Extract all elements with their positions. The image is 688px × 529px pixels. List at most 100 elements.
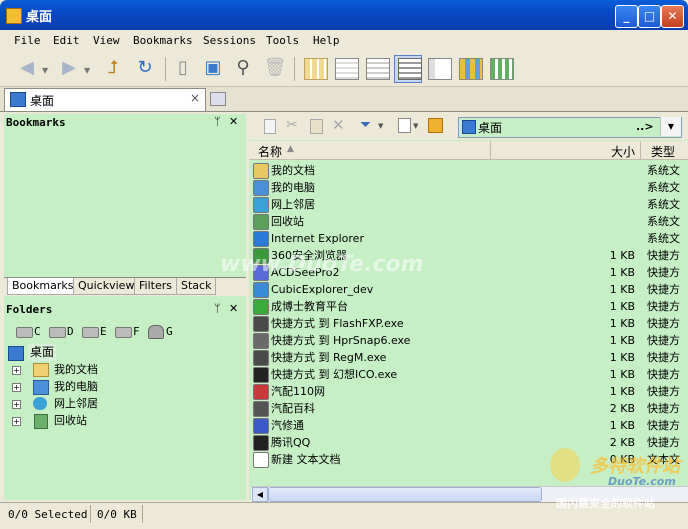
back-icon[interactable]: ◀ <box>14 55 40 81</box>
drive-e-label[interactable]: E <box>100 325 107 338</box>
table-row[interactable]: 快捷方式 到 FlashFXP.exe 1 KB 快捷方 <box>251 315 688 332</box>
close-button[interactable]: ✕ <box>661 5 684 28</box>
drive-d-icon[interactable] <box>49 327 66 338</box>
table-row[interactable]: 我的电脑 系统文 <box>251 179 688 196</box>
column-size[interactable]: 大小 <box>611 143 635 160</box>
scroll-thumb[interactable] <box>268 487 542 502</box>
file-name: 汽配百科 <box>271 402 315 415</box>
expand-icon[interactable]: + <box>12 417 21 426</box>
forward-icon[interactable]: ▶ <box>56 55 82 81</box>
view-details-icon[interactable] <box>398 58 422 80</box>
desktop-icon <box>8 346 24 361</box>
table-row[interactable]: 汽修通 1 KB 快捷方 <box>251 417 688 434</box>
tree-item-computer[interactable]: 我的电脑 <box>54 378 98 395</box>
column-name[interactable]: 名称 <box>258 143 282 160</box>
trash-icon[interactable]: 🗑 <box>262 55 288 81</box>
table-row[interactable]: 腾讯QQ 2 KB 快捷方 <box>251 434 688 451</box>
table-row[interactable]: Internet Explorer 系统文 <box>251 230 688 247</box>
new-tab-icon[interactable] <box>210 92 226 106</box>
table-row[interactable]: CubicExplorer_dev 1 KB 快捷方 <box>251 281 688 298</box>
copy-icon[interactable] <box>264 119 276 134</box>
expand-icon[interactable]: + <box>12 366 21 375</box>
table-row[interactable]: 快捷方式 到 RegM.exe 1 KB 快捷方 <box>251 349 688 366</box>
drive-g-label[interactable]: G <box>166 325 173 338</box>
shortcut-icon <box>253 350 269 366</box>
file-name: 我的文档 <box>271 164 315 177</box>
tab-quickview[interactable]: Quickview <box>73 278 140 295</box>
drive-c-label[interactable]: C <box>34 325 41 338</box>
table-row[interactable]: 汽配百科 2 KB 快捷方 <box>251 400 688 417</box>
chevron-down-icon[interactable]: ▼ <box>84 66 90 75</box>
drive-f-label[interactable]: F <box>133 325 140 338</box>
close-icon[interactable]: ✕ <box>229 302 238 315</box>
tree-item-documents[interactable]: 我的文档 <box>54 361 98 378</box>
address-input[interactable]: 桌面 <box>478 119 502 136</box>
drive-d-label[interactable]: D <box>67 325 74 338</box>
pin-icon[interactable]: ᛘ <box>214 302 221 315</box>
maximize-button[interactable]: □ <box>638 5 661 28</box>
menu-view[interactable]: View <box>93 34 120 47</box>
tab-bookmarks[interactable]: Bookmarks <box>7 278 79 295</box>
tab-filters[interactable]: Filters <box>134 278 177 295</box>
drive-f-icon[interactable] <box>115 327 132 338</box>
view-icons-icon[interactable] <box>459 58 483 80</box>
chevron-down-icon[interactable]: ▼ <box>378 122 383 130</box>
tree-root-desktop[interactable]: 桌面 <box>28 344 57 361</box>
file-size: 1 KB <box>609 300 635 313</box>
wiki-icon <box>253 401 269 417</box>
file-size: 1 KB <box>609 249 635 262</box>
view-preview-icon[interactable] <box>428 58 452 80</box>
tab-stack[interactable]: Stack <box>176 278 217 295</box>
expand-icon[interactable]: + <box>12 400 21 409</box>
expand-icon[interactable]: + <box>12 383 21 392</box>
minimize-button[interactable]: _ <box>615 5 638 28</box>
close-icon[interactable]: ✕ <box>229 115 238 128</box>
tree-item-recycle-bin[interactable]: 回收站 <box>54 412 87 429</box>
scroll-left-icon[interactable]: ◀ <box>252 487 268 502</box>
menu-sessions[interactable]: Sessions <box>203 34 256 47</box>
search-icon[interactable]: ⚲ <box>230 55 256 81</box>
menu-file[interactable]: File <box>14 34 41 47</box>
folder-icon[interactable] <box>428 118 443 133</box>
view-small-icons-icon[interactable] <box>490 58 514 80</box>
tree-item-network[interactable]: 网上邻居 <box>54 395 98 412</box>
drive-c-icon[interactable] <box>16 327 33 338</box>
drive-e-icon[interactable] <box>82 327 99 338</box>
up-folder-icon[interactable]: ⮥ <box>100 55 126 81</box>
pin-icon[interactable]: ᛘ <box>214 115 221 128</box>
cube-icon <box>253 282 269 298</box>
table-row[interactable]: 我的文档 系统文 <box>251 162 688 179</box>
view-tiles-icon[interactable] <box>335 58 359 80</box>
view-thumbnails-icon[interactable] <box>304 58 328 80</box>
column-type[interactable]: 类型 <box>651 143 675 160</box>
table-row[interactable]: 快捷方式 到 HprSnap6.exe 1 KB 快捷方 <box>251 332 688 349</box>
go-button[interactable]: ..> <box>636 120 654 133</box>
title-bar[interactable] <box>0 0 688 30</box>
cut-icon[interactable]: ✂ <box>286 117 298 133</box>
table-row[interactable]: 汽配110网 1 KB 快捷方 <box>251 383 688 400</box>
refresh-icon[interactable]: ↻ <box>132 55 158 81</box>
table-row[interactable]: 回收站 系统文 <box>251 213 688 230</box>
menu-tools[interactable]: Tools <box>266 34 299 47</box>
close-tab-icon[interactable]: × <box>190 91 200 105</box>
chevron-down-icon[interactable]: ▼ <box>42 66 48 75</box>
menu-bookmarks[interactable]: Bookmarks <box>133 34 193 47</box>
table-row[interactable]: 网上邻居 系统文 <box>251 196 688 213</box>
view-list-icon[interactable] <box>366 58 390 80</box>
network-drive-icon[interactable] <box>148 325 164 339</box>
file-name: 汽修通 <box>271 419 304 432</box>
folder-icon <box>253 163 269 179</box>
chevron-down-icon[interactable]: ▼ <box>413 122 418 130</box>
menu-edit[interactable]: Edit <box>53 34 80 47</box>
table-row[interactable]: 快捷方式 到 幻想ICO.exe 1 KB 快捷方 <box>251 366 688 383</box>
desktop-icon <box>10 92 26 107</box>
menu-help[interactable]: Help <box>313 34 340 47</box>
table-row[interactable]: 成博士教育平台 1 KB 快捷方 <box>251 298 688 315</box>
document-icon[interactable]: ▯ <box>170 55 196 81</box>
delete-icon[interactable]: ✕ <box>332 116 345 134</box>
filter-icon[interactable]: ⏷ <box>360 117 371 133</box>
image-icon[interactable]: ▣ <box>200 55 226 81</box>
new-file-icon[interactable] <box>398 118 411 133</box>
address-dropdown-icon[interactable]: ▼ <box>660 117 681 136</box>
paste-icon[interactable] <box>310 119 323 134</box>
